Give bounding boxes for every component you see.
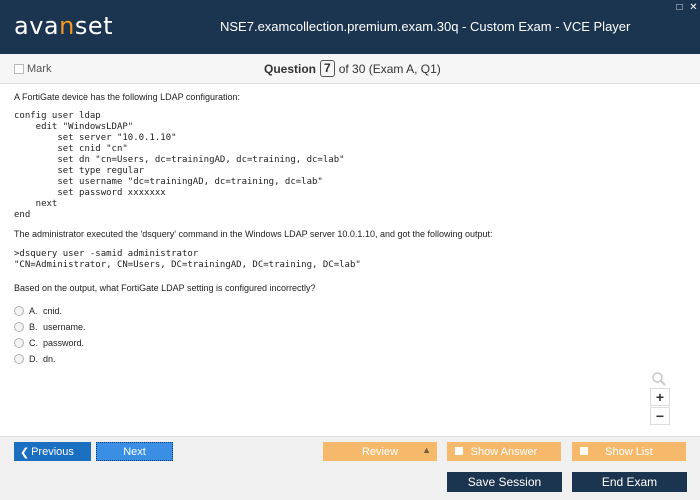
option-c[interactable]: C. password. <box>14 335 86 351</box>
option-a[interactable]: A. cnid. <box>14 303 86 319</box>
end-exam-button[interactable]: End Exam <box>572 472 687 492</box>
option-letter: A. <box>29 306 38 316</box>
caret-up-icon: ▲ <box>422 445 431 455</box>
magnifier-icon <box>652 372 666 386</box>
option-letter: B. <box>29 322 38 332</box>
show-answer-label: Show Answer <box>470 445 538 458</box>
next-label: Next <box>123 445 146 458</box>
zoom-in-button[interactable]: + <box>650 388 670 406</box>
radio-icon[interactable] <box>14 322 24 332</box>
logo-text-accent: n <box>59 12 75 40</box>
option-text: cnid. <box>43 306 63 316</box>
question-navigator: Question 7 of 30 (Exam A, Q1) <box>264 60 441 77</box>
restore-icon[interactable]: □ <box>674 3 685 14</box>
dsquery-output: >dsquery user -samid administrator "CN=A… <box>14 249 361 270</box>
option-text: dn. <box>43 354 56 364</box>
question-intro: A FortiGate device has the following LDA… <box>14 92 240 102</box>
previous-label: Previous <box>31 445 74 458</box>
navigation-toolbar: ❮ Previous Next Review ▲ Show Answer Sho… <box>0 436 700 466</box>
review-label: Review <box>361 445 399 458</box>
show-list-button[interactable]: Show List <box>572 442 686 461</box>
question-number-box[interactable]: 7 <box>320 60 335 77</box>
checkbox-icon[interactable] <box>14 64 24 74</box>
option-letter: D. <box>29 354 38 364</box>
question-middle-text: The administrator executed the 'dsquery'… <box>14 229 493 239</box>
ldap-config-code: config user ldap edit "WindowsLDAP" set … <box>14 111 345 220</box>
radio-icon[interactable] <box>14 306 24 316</box>
close-icon[interactable]: ✕ <box>688 3 699 14</box>
chevron-left-icon: ❮ <box>20 447 30 459</box>
previous-button[interactable]: ❮ Previous <box>14 442 91 461</box>
question-count: of 30 (Exam A, Q1) <box>338 61 441 76</box>
option-b[interactable]: B. username. <box>14 319 86 335</box>
app-logo: avanset <box>14 12 113 40</box>
mark-label: Mark <box>27 63 52 75</box>
question-ask: Based on the output, what FortiGate LDAP… <box>14 283 316 293</box>
radio-icon[interactable] <box>14 354 24 364</box>
question-bar: Mark Question 7 of 30 (Exam A, Q1) <box>0 54 700 84</box>
logo-text-start: ava <box>14 12 60 40</box>
review-button[interactable]: Review ▲ <box>323 442 437 461</box>
next-button[interactable]: Next <box>96 442 173 461</box>
save-session-button[interactable]: Save Session <box>447 472 562 492</box>
session-bar: Save Session End Exam <box>0 466 700 500</box>
option-text: username. <box>43 322 86 332</box>
checkbox-icon <box>580 447 588 455</box>
show-list-label: Show List <box>605 445 653 458</box>
option-text: password. <box>43 338 85 348</box>
show-answer-button[interactable]: Show Answer <box>447 442 561 461</box>
option-d[interactable]: D. dn. <box>14 351 86 367</box>
radio-icon[interactable] <box>14 338 24 348</box>
zoom-out-button[interactable]: − <box>650 407 670 425</box>
answer-options: A. cnid. B. username. C. password. D. dn… <box>14 303 86 367</box>
question-content: A FortiGate device has the following LDA… <box>0 85 700 436</box>
window-title: NSE7.examcollection.premium.exam.30q - C… <box>220 19 631 34</box>
question-label: Question <box>264 61 317 76</box>
title-bar: avanset NSE7.examcollection.premium.exam… <box>0 0 700 54</box>
option-letter: C. <box>29 338 38 348</box>
checkbox-icon <box>455 447 463 455</box>
logo-text-end: set <box>74 12 114 40</box>
mark-checkbox[interactable]: Mark <box>14 63 51 75</box>
